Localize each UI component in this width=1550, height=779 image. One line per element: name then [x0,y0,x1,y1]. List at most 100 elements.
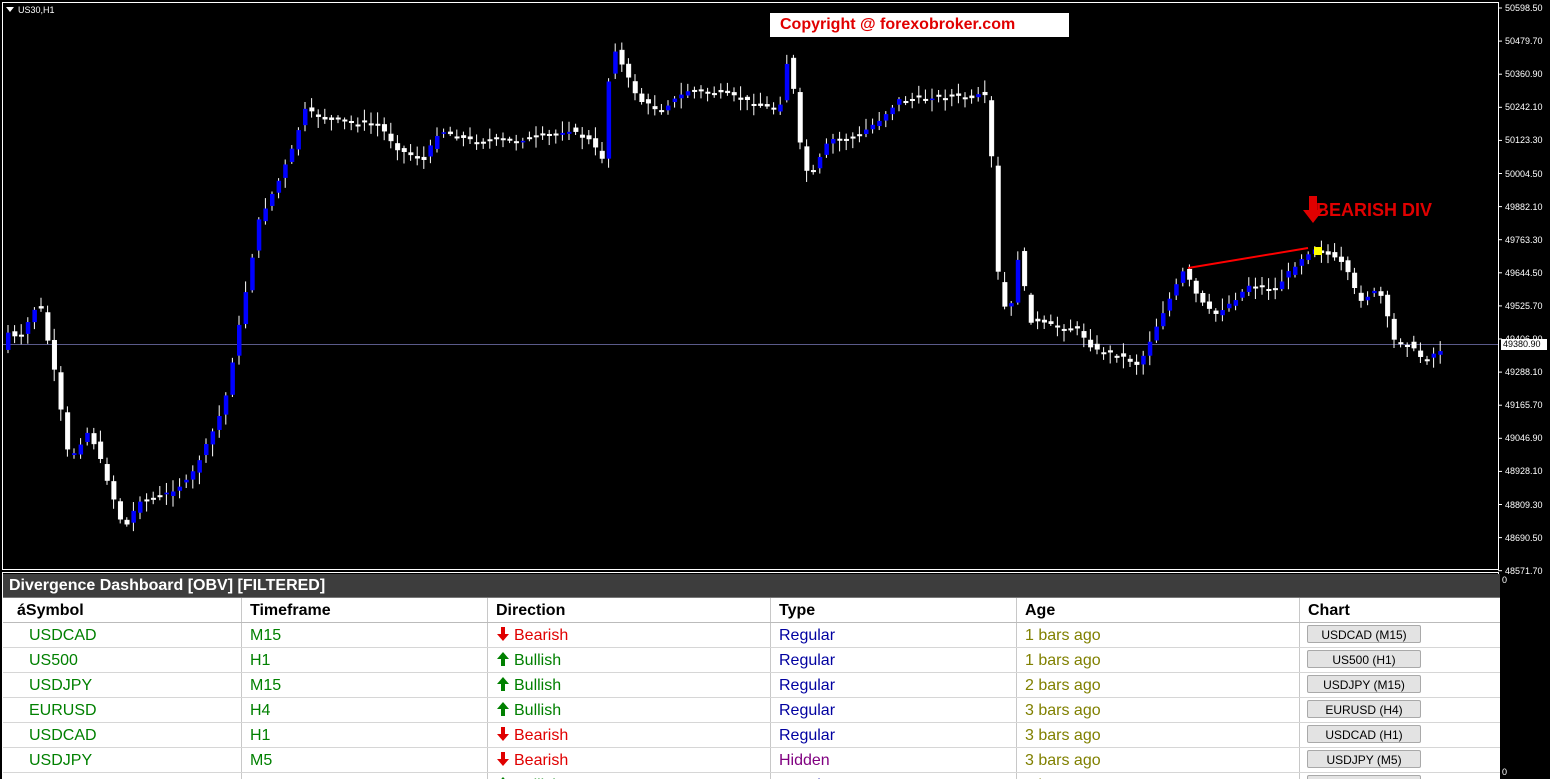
candle-body [619,49,625,65]
price-axis-label: 49288.10 [1505,367,1543,378]
candle-body [771,107,777,110]
open-chart-button[interactable]: USDCAD (M15) [1307,625,1421,643]
candle-body [217,416,222,430]
candle-body [1107,350,1113,353]
candle-body [348,121,354,124]
candle-body [890,107,895,115]
candle-body [1035,318,1041,322]
candle-body [586,135,592,140]
candle-body [494,137,500,140]
price-axis-label: 50598.50 [1505,3,1543,13]
price-axis-label: 50242.10 [1505,102,1543,113]
candle-body [447,131,453,135]
candle-body [909,99,915,102]
candle-body [1061,328,1067,331]
candle-body [810,170,816,173]
column-header-symbol[interactable]: áSymbol [3,598,241,622]
candle-body [613,51,618,74]
candle-body [144,499,150,502]
candle-body [513,141,519,144]
candle-body [1101,352,1107,355]
candle-body [1206,301,1212,309]
candle-body [1240,291,1245,298]
open-chart-button[interactable]: US30 (M30) [1307,775,1421,779]
cell-chart: USDJPY (M15) [1299,673,1500,697]
price-axis-label: 48809.30 [1505,499,1543,510]
candle-body [45,312,51,341]
price-axis-label: 48571.70 [1505,565,1543,576]
candle-body [903,101,909,104]
candle-body [659,110,665,113]
price-axis-label: 48690.50 [1505,532,1543,543]
cell-symbol: US30 [3,773,241,779]
column-header-type[interactable]: Type [770,598,1016,622]
candle-body [718,89,724,93]
candle-body [150,497,156,500]
cell-direction: Bearish [487,623,770,647]
candle-body [1332,252,1338,258]
candle-body [1299,259,1305,266]
candle-body [744,96,750,100]
candle-body [1233,300,1239,306]
candle-body [117,501,123,520]
cell-symbol: EURUSD [29,702,97,719]
candle-body [626,63,632,78]
symbol-dropdown-icon[interactable] [6,7,14,12]
candle-body [1418,350,1424,357]
candle-body [1306,254,1311,260]
table-header: áSymbol Timeframe Direction Type Age Cha… [3,598,1500,623]
candle-body [837,138,843,141]
open-chart-button[interactable]: USDCAD (H1) [1307,725,1421,743]
candle-body [916,95,922,98]
candle-body [705,91,711,94]
candle-body [956,93,962,96]
candle-body [731,92,737,96]
candle-body [599,150,605,159]
candle-body [190,471,196,480]
open-chart-button[interactable]: US500 (H1) [1307,650,1421,668]
candle-body [435,135,440,149]
cell-type: Regular [770,698,1016,722]
candle-body [1345,260,1351,273]
price-axis-label: 49763.30 [1505,234,1543,245]
candle-body [573,127,579,132]
chart-symbol-label: US30,H1 [18,5,55,15]
price-axis-label: 49165.70 [1505,400,1543,411]
candle-body [184,479,189,483]
candle-body [831,138,836,144]
table-row: US30M30BullishRegular3 bars ago US30 (M30… [3,773,1500,779]
dashboard-title: Divergence Dashboard [OBV] [FILTERED] [3,574,1500,598]
column-header-timeframe[interactable]: Timeframe [241,598,487,622]
candle-body [567,131,572,134]
cell-direction: Bullish [487,673,770,697]
candle-body [1088,339,1094,348]
open-chart-button[interactable]: EURUSD (H4) [1307,700,1421,718]
open-chart-button[interactable]: USDJPY (M5) [1307,750,1421,768]
candle-body [949,94,955,97]
candle-body [1041,319,1047,323]
candle-body [1074,326,1080,329]
price-axis-label: 50360.90 [1505,69,1543,80]
candle-body [1424,359,1430,362]
candle-body [1391,318,1397,340]
column-header-chart[interactable]: Chart [1299,598,1500,622]
candle-body [1121,353,1127,357]
table-row: US500 H1 Bullish Regular 1 bars ago US500 (H1… [3,648,1500,673]
cell-direction: Bullish [487,698,770,722]
subwindow-bottom-label: 0 [1502,767,1508,777]
column-header-age[interactable]: Age [1016,598,1299,622]
cell-timeframe: M30 [241,773,487,779]
candle-body [870,124,876,130]
candle-body [1338,256,1344,262]
cell-chart: USDJPY (M5) [1299,748,1500,772]
candle-body [1009,303,1014,307]
candle-body [711,93,717,96]
candle-body [672,98,678,103]
candle-body [652,106,658,110]
candle-body [1286,271,1291,278]
candle-body [1174,284,1179,296]
candle-body [283,164,288,178]
open-chart-button[interactable]: USDJPY (M15) [1307,675,1421,693]
candle-body [65,412,71,450]
column-header-direction[interactable]: Direction [487,598,770,622]
